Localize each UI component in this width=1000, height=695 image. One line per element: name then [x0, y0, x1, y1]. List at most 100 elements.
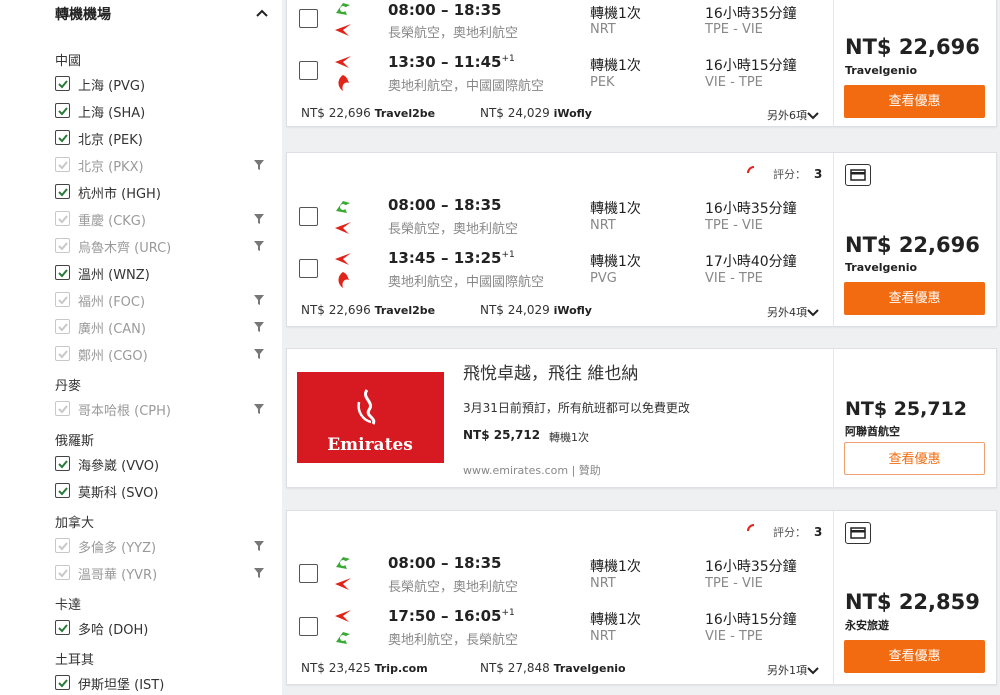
checkbox[interactable] [55, 346, 70, 361]
leg-carriers: 長榮航空，奧地利航空 [388, 26, 519, 41]
filter-icon[interactable] [254, 404, 264, 414]
filter-icon[interactable] [254, 214, 264, 224]
check-icon [58, 624, 68, 633]
eva-air-logo [336, 557, 350, 569]
check-icon [58, 215, 68, 224]
checkbox[interactable] [55, 538, 70, 553]
checkbox[interactable] [55, 76, 70, 91]
checkbox[interactable] [55, 130, 70, 145]
svg-text:Emirates: Emirates [327, 435, 413, 455]
checkbox[interactable] [55, 483, 70, 498]
checkbox[interactable] [55, 620, 70, 635]
airport-filter-item[interactable]: 北京 (PKX) [55, 155, 270, 175]
filter-icon[interactable] [254, 541, 264, 551]
filter-group-label: 丹麥 [55, 379, 82, 394]
filter-section-header[interactable]: 轉機機場 [55, 2, 275, 24]
filter-icon[interactable] [254, 568, 264, 578]
ad-url[interactable]: www.emirates.com | 贊助 [463, 462, 601, 478]
compare-checkbox[interactable] [299, 207, 318, 226]
filter-icon[interactable] [254, 349, 264, 359]
airport-filter-item[interactable]: 上海 (PVG) [55, 74, 270, 94]
compare-checkbox[interactable] [299, 564, 318, 583]
compare-checkbox[interactable] [299, 259, 318, 278]
checkbox[interactable] [55, 675, 70, 690]
card-payment-icon[interactable] [845, 164, 871, 186]
leg-duration: 16小時35分鐘 [705, 559, 797, 575]
airport-filter-item[interactable]: 杭州市 (HGH) [55, 182, 270, 202]
airport-filter-item[interactable]: 多倫多 (YYZ) [55, 536, 270, 556]
check-icon [58, 134, 68, 143]
checkbox[interactable] [55, 157, 70, 172]
airport-filter-item[interactable]: 上海 (SHA) [55, 101, 270, 121]
card-divider [833, 0, 834, 128]
view-deal-button[interactable]: 查看優惠 [844, 442, 985, 475]
checkbox[interactable] [55, 103, 70, 118]
compare-checkbox[interactable] [299, 617, 318, 636]
compare-checkbox[interactable] [299, 61, 318, 80]
checkbox[interactable] [55, 319, 70, 334]
alt-price-offer[interactable]: NT$ 23,425 Trip.com [301, 661, 428, 675]
flight-result-card: 評分： 3 08:00 – 18:35 長榮航空，奧地利航空 轉機1次 NRT 1… [286, 510, 997, 686]
airport-filter-item[interactable]: 伊斯坦堡 (IST) [55, 673, 270, 693]
filter-icon[interactable] [254, 160, 264, 170]
more-offers-toggle[interactable]: 另外1項 [767, 662, 819, 678]
checkbox[interactable] [55, 184, 70, 199]
more-offers-toggle[interactable]: 另外6項 [767, 107, 819, 123]
airport-filter-item[interactable]: 北京 (PEK) [55, 128, 270, 148]
alt-price-offer[interactable]: NT$ 24,029 iWofly [480, 303, 592, 317]
view-deal-button[interactable]: 查看優惠 [844, 282, 985, 315]
airport-filter-item[interactable]: 多哈 (DOH) [55, 618, 270, 638]
airport-filter-label: 鄭州 (CGO) [78, 349, 148, 364]
airport-filter-label: 多倫多 (YYZ) [78, 541, 157, 556]
alt-price-offer[interactable]: NT$ 22,696 Travel2be [301, 106, 435, 120]
checkbox[interactable] [55, 238, 70, 253]
checkbox[interactable] [55, 211, 70, 226]
check-icon [58, 405, 68, 414]
chevron-down-icon [807, 309, 819, 317]
airport-filter-item[interactable]: 烏魯木齊 (URC) [55, 236, 270, 256]
checkbox[interactable] [55, 265, 70, 280]
checkbox[interactable] [55, 565, 70, 580]
leg-carriers: 奧地利航空，中國國際航空 [388, 275, 545, 290]
alt-price-offer[interactable]: NT$ 27,848 Travelgenio [480, 661, 626, 675]
austrian-airlines-logo [335, 610, 351, 622]
chevron-up-icon[interactable] [253, 4, 271, 22]
alt-price-offer[interactable]: NT$ 24,029 iWofly [480, 106, 592, 120]
airport-filter-item[interactable]: 莫斯科 (SVO) [55, 481, 270, 501]
filter-icon[interactable] [254, 241, 264, 251]
checkbox[interactable] [55, 401, 70, 416]
best-price-vendor: Travelgenio [845, 64, 918, 77]
leg-duration: 16小時15分鐘 [705, 612, 797, 628]
check-icon [58, 188, 68, 197]
filter-icon[interactable] [254, 295, 264, 305]
checkbox[interactable] [55, 456, 70, 471]
airport-filter-item[interactable]: 溫州 (WNZ) [55, 263, 270, 283]
airport-filter-item[interactable]: 海參崴 (VVO) [55, 454, 270, 474]
leg-stop-airport: NRT [590, 576, 616, 591]
airport-filter-item[interactable]: 哥本哈根 (CPH) [55, 399, 270, 419]
airport-filter-item[interactable]: 溫哥華 (YVR) [55, 563, 270, 583]
airport-filter-item[interactable]: 廣州 (CAN) [55, 317, 270, 337]
airport-filter-item[interactable]: 鄭州 (CGO) [55, 344, 270, 364]
loading-spinner-icon [747, 524, 755, 532]
ad-description: 3月31日前預訂，所有航班都可以免費更改 [463, 401, 690, 415]
best-price-vendor: 永安旅遊 [845, 619, 889, 632]
check-icon [58, 269, 68, 278]
filter-icon[interactable] [254, 322, 264, 332]
leg-carriers: 長榮航空，奧地利航空 [388, 580, 519, 595]
ad-title[interactable]: 飛悅卓越，飛往 維也納 [463, 359, 638, 384]
view-deal-button[interactable]: 查看優惠 [844, 85, 985, 118]
ad-stops: 轉機1次 [549, 431, 589, 444]
alt-price-offer[interactable]: NT$ 22,696 Travel2be [301, 303, 435, 317]
best-price-vendor: 阿聯酋航空 [845, 425, 900, 438]
airport-filter-item[interactable]: 重慶 (CKG) [55, 209, 270, 229]
checkbox[interactable] [55, 292, 70, 307]
compare-checkbox[interactable] [299, 9, 318, 28]
card-payment-icon[interactable] [845, 522, 871, 544]
view-deal-button[interactable]: 查看優惠 [844, 640, 985, 673]
more-offers-toggle[interactable]: 另外4項 [767, 304, 819, 320]
best-price: NT$ 22,696 [845, 233, 980, 257]
sponsored-ad-card[interactable]: Emirates 飛悅卓越，飛往 維也納 3月31日前預訂，所有航班都可以免費更… [286, 348, 997, 489]
leg-stops: 轉機1次 [590, 6, 641, 22]
airport-filter-item[interactable]: 福州 (FOC) [55, 290, 270, 310]
